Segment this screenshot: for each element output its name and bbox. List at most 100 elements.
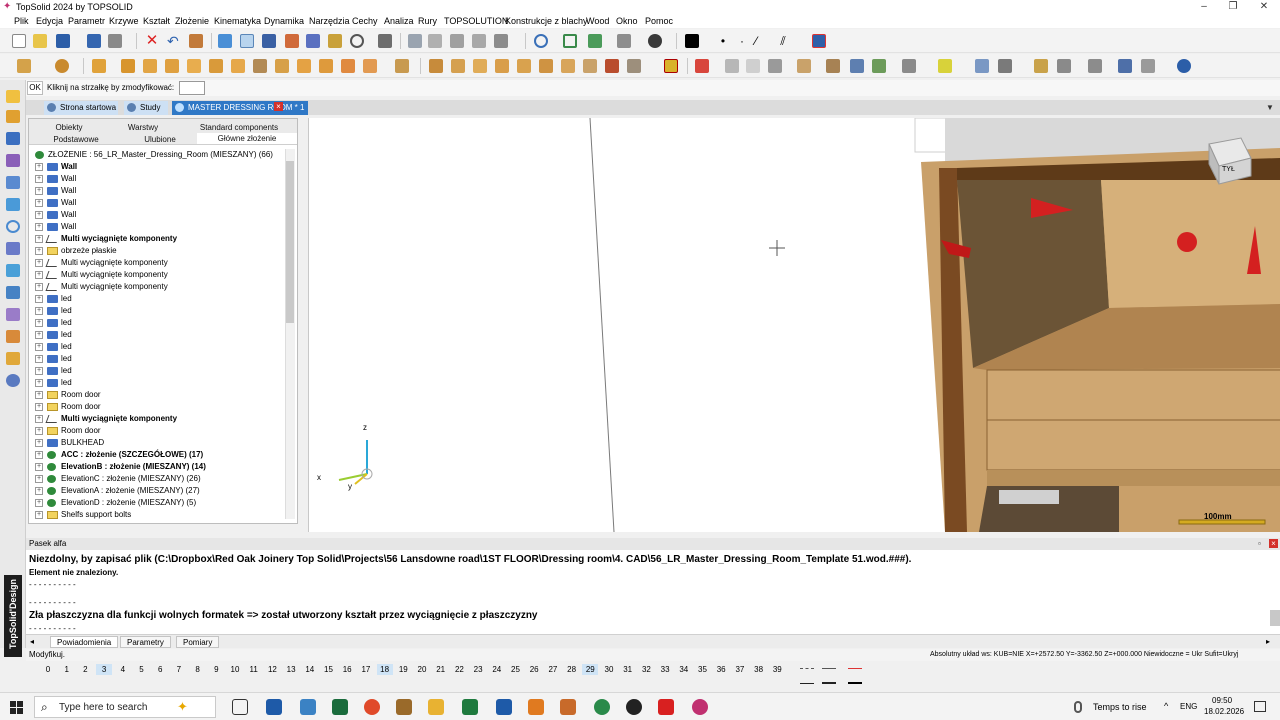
- tree-node[interactable]: + led: [35, 365, 285, 377]
- filter-icon[interactable]: [262, 34, 276, 48]
- block-icon[interactable]: [143, 59, 157, 73]
- sheet-metal-icon[interactable]: [6, 330, 20, 343]
- hammer-palette-icon[interactable]: [6, 242, 20, 255]
- word-app-icon[interactable]: [496, 699, 512, 715]
- operation-10-icon[interactable]: [627, 59, 641, 73]
- medium-line-icon[interactable]: [822, 682, 836, 684]
- menu-pomoc[interactable]: Pomoc: [645, 16, 673, 26]
- hatch-icon[interactable]: ⫽: [776, 34, 790, 48]
- maximize-button[interactable]: ❐: [1219, 0, 1247, 14]
- cylinder-icon[interactable]: [746, 59, 760, 73]
- layer-number[interactable]: 36: [713, 664, 729, 675]
- tab-notifications[interactable]: Powiadomienia: [50, 636, 119, 648]
- expand-icon[interactable]: +: [35, 427, 43, 435]
- menu-cechy[interactable]: Cechy: [352, 16, 378, 26]
- taskbar-search[interactable]: ⌕ Type here to search ✦: [34, 696, 216, 718]
- tree-node[interactable]: + Room door: [35, 401, 285, 413]
- panel-icon[interactable]: [209, 59, 223, 73]
- tabs-left-arrow-icon[interactable]: ◂: [30, 637, 34, 646]
- layer-number[interactable]: 27: [545, 664, 561, 675]
- operation-1-icon[interactable]: [429, 59, 443, 73]
- layer-number[interactable]: 20: [414, 664, 430, 675]
- pencil-icon[interactable]: [6, 90, 20, 103]
- expand-icon[interactable]: +: [35, 439, 43, 447]
- layer-number[interactable]: 13: [283, 664, 299, 675]
- layer-number[interactable]: 34: [676, 664, 692, 675]
- expand-icon[interactable]: +: [35, 235, 43, 243]
- edge-icon[interactable]: [275, 59, 289, 73]
- solid-icon[interactable]: [768, 59, 782, 73]
- ok-button[interactable]: OK: [27, 81, 43, 95]
- menu-topsolution[interactable]: TOPSOLUTION: [444, 16, 508, 26]
- tree-scrollbar-thumb[interactable]: [286, 161, 294, 323]
- molecule-icon[interactable]: [306, 34, 320, 48]
- layer-number[interactable]: 23: [470, 664, 486, 675]
- menu-okno[interactable]: Okno: [616, 16, 638, 26]
- tree-node[interactable]: + led: [35, 329, 285, 341]
- tree-node[interactable]: + led: [35, 317, 285, 329]
- color-swatch-icon[interactable]: [685, 34, 699, 48]
- expand-icon[interactable]: +: [35, 415, 43, 423]
- expand-icon[interactable]: +: [35, 187, 43, 195]
- fillet-icon[interactable]: [319, 59, 333, 73]
- tab-main-assembly[interactable]: Główne złożenie: [197, 133, 297, 144]
- command-input[interactable]: [179, 81, 205, 95]
- layer-number[interactable]: 39: [769, 664, 785, 675]
- store-app-icon[interactable]: [266, 699, 282, 715]
- camera-app-icon[interactable]: [626, 699, 642, 715]
- chrome-app-icon[interactable]: [364, 699, 380, 715]
- layer-number[interactable]: 24: [489, 664, 505, 675]
- tree-node[interactable]: + Wall: [35, 185, 285, 197]
- tab-parameters[interactable]: Parametry: [120, 636, 171, 648]
- layer-number[interactable]: 32: [638, 664, 654, 675]
- notifications-icon[interactable]: [1254, 701, 1266, 712]
- tree-node[interactable]: + led: [35, 341, 285, 353]
- export-icon[interactable]: [902, 59, 916, 73]
- layer-number[interactable]: 31: [620, 664, 636, 675]
- hardware-icon[interactable]: [826, 59, 840, 73]
- prism-icon[interactable]: [121, 59, 135, 73]
- puzzle-icon[interactable]: [998, 59, 1012, 73]
- tree-node[interactable]: + ElevationC : złożenie (MIESZANY) (26): [35, 473, 285, 485]
- properties-icon[interactable]: [87, 34, 101, 48]
- operation-2-icon[interactable]: [451, 59, 465, 73]
- chamfer-icon[interactable]: [297, 59, 311, 73]
- line-width-icon[interactable]: ⁄: [749, 34, 763, 48]
- tree-node[interactable]: + BULKHEAD: [35, 437, 285, 449]
- layer-number[interactable]: 37: [732, 664, 748, 675]
- tree-node[interactable]: + led: [35, 293, 285, 305]
- nesting-icon[interactable]: [872, 59, 886, 73]
- select-icon[interactable]: [240, 34, 254, 48]
- red-handle-sphere[interactable]: [1177, 232, 1197, 252]
- tab-home[interactable]: Strona startowa: [44, 101, 118, 115]
- zoom-fit-icon[interactable]: [563, 34, 577, 48]
- tree-node[interactable]: + Wall: [35, 221, 285, 233]
- menu-wood[interactable]: Wood: [586, 16, 609, 26]
- file-explorer-icon[interactable]: [428, 699, 444, 715]
- menu-zlozenie[interactable]: Złożenie: [175, 16, 209, 26]
- minimize-button[interactable]: –: [1190, 0, 1218, 14]
- menu-narzedzia[interactable]: Narzędzia: [309, 16, 350, 26]
- sketch-icon[interactable]: [6, 110, 20, 123]
- expand-icon[interactable]: +: [35, 307, 43, 315]
- tree-node[interactable]: + Room door: [35, 389, 285, 401]
- ring-icon[interactable]: [6, 220, 20, 233]
- settings-icon[interactable]: [1141, 59, 1155, 73]
- menu-kinematyka[interactable]: Kinematyka: [214, 16, 261, 26]
- expand-icon[interactable]: +: [35, 175, 43, 183]
- windows-start-icon[interactable]: [10, 701, 23, 714]
- tag-icon[interactable]: [1034, 59, 1048, 73]
- shape-mode-icon[interactable]: [6, 154, 20, 167]
- layer-number[interactable]: 11: [246, 664, 262, 675]
- expand-icon[interactable]: +: [35, 511, 43, 519]
- layer-number[interactable]: 21: [433, 664, 449, 675]
- app-12-icon[interactable]: [560, 699, 576, 715]
- dashed-line-icon[interactable]: [800, 668, 814, 669]
- measure-icon[interactable]: [350, 34, 364, 48]
- layer-number[interactable]: 26: [526, 664, 542, 675]
- link-icon[interactable]: [1088, 59, 1102, 73]
- tree-node[interactable]: + Multi wyciągnięte komponenty: [35, 281, 285, 293]
- expand-icon[interactable]: +: [35, 403, 43, 411]
- expand-icon[interactable]: +: [35, 451, 43, 459]
- dash-style-icon[interactable]: ·: [735, 34, 749, 48]
